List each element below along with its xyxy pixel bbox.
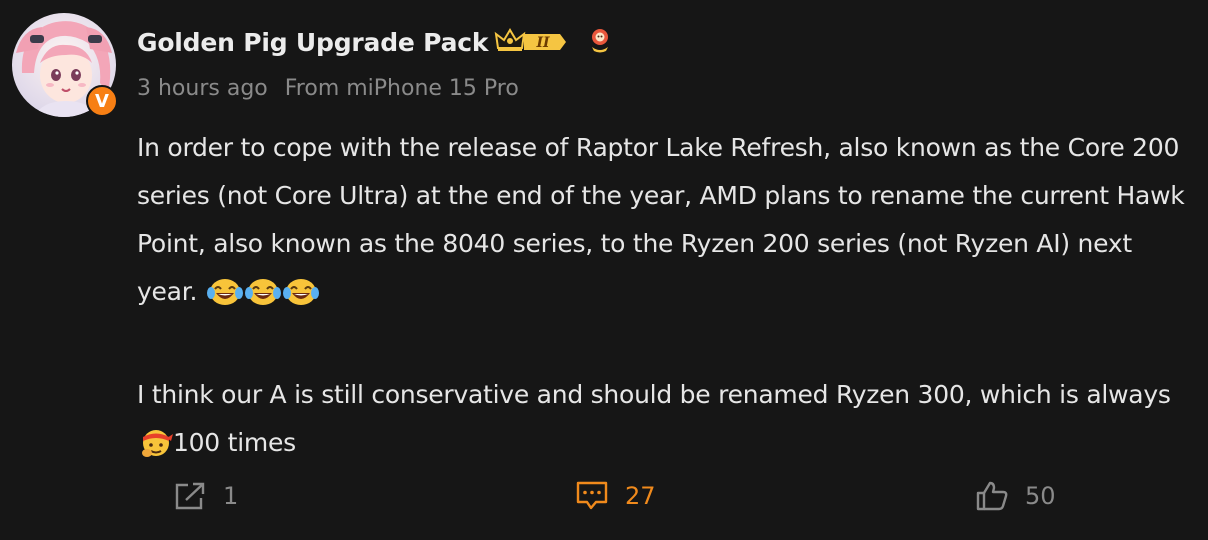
share-icon (175, 482, 205, 510)
content-paragraph: In order to cope with the release of Rap… (137, 124, 1199, 323)
determined-headband-emoji-icon (139, 426, 173, 474)
content-text-2: I think our A is still conservative and … (137, 380, 1171, 409)
content-text-3: 100 times (173, 428, 296, 457)
post-content: In order to cope with the release of Rap… (137, 124, 1199, 474)
comment-icon (576, 481, 608, 510)
share-count: 1 (223, 482, 239, 510)
comment-button[interactable]: 27 (575, 474, 656, 518)
post-source: From miPhone 15 Pro (284, 76, 519, 101)
action-bar: 1 27 50 (0, 474, 1208, 518)
post-time: 3 hours ago (137, 76, 268, 101)
vip-level-text: II (536, 35, 551, 51)
post-meta: 3 hours ago From miPhone 15 Pro (137, 76, 519, 101)
vip-crown-badge-icon[interactable]: II (494, 26, 568, 58)
comment-count: 27 (625, 482, 656, 510)
author-name[interactable]: Golden Pig Upgrade Pack (137, 28, 489, 57)
verified-badge: V (86, 85, 118, 117)
fan-medal-icon[interactable] (588, 27, 612, 57)
content-paragraph: I think our A is still conservative and … (137, 371, 1199, 474)
like-count: 50 (1025, 482, 1056, 510)
author-row: Golden Pig Upgrade Pack II (137, 22, 612, 62)
thumbs-up-icon (976, 481, 1008, 511)
laughing-tears-emoji-icon (206, 275, 243, 323)
like-button[interactable]: 50 (975, 474, 1056, 518)
share-button[interactable]: 1 (173, 474, 238, 518)
avatar[interactable]: V (12, 13, 118, 117)
laughing-tears-emoji-icon (282, 275, 319, 323)
laughing-tears-emoji-icon (244, 275, 281, 323)
